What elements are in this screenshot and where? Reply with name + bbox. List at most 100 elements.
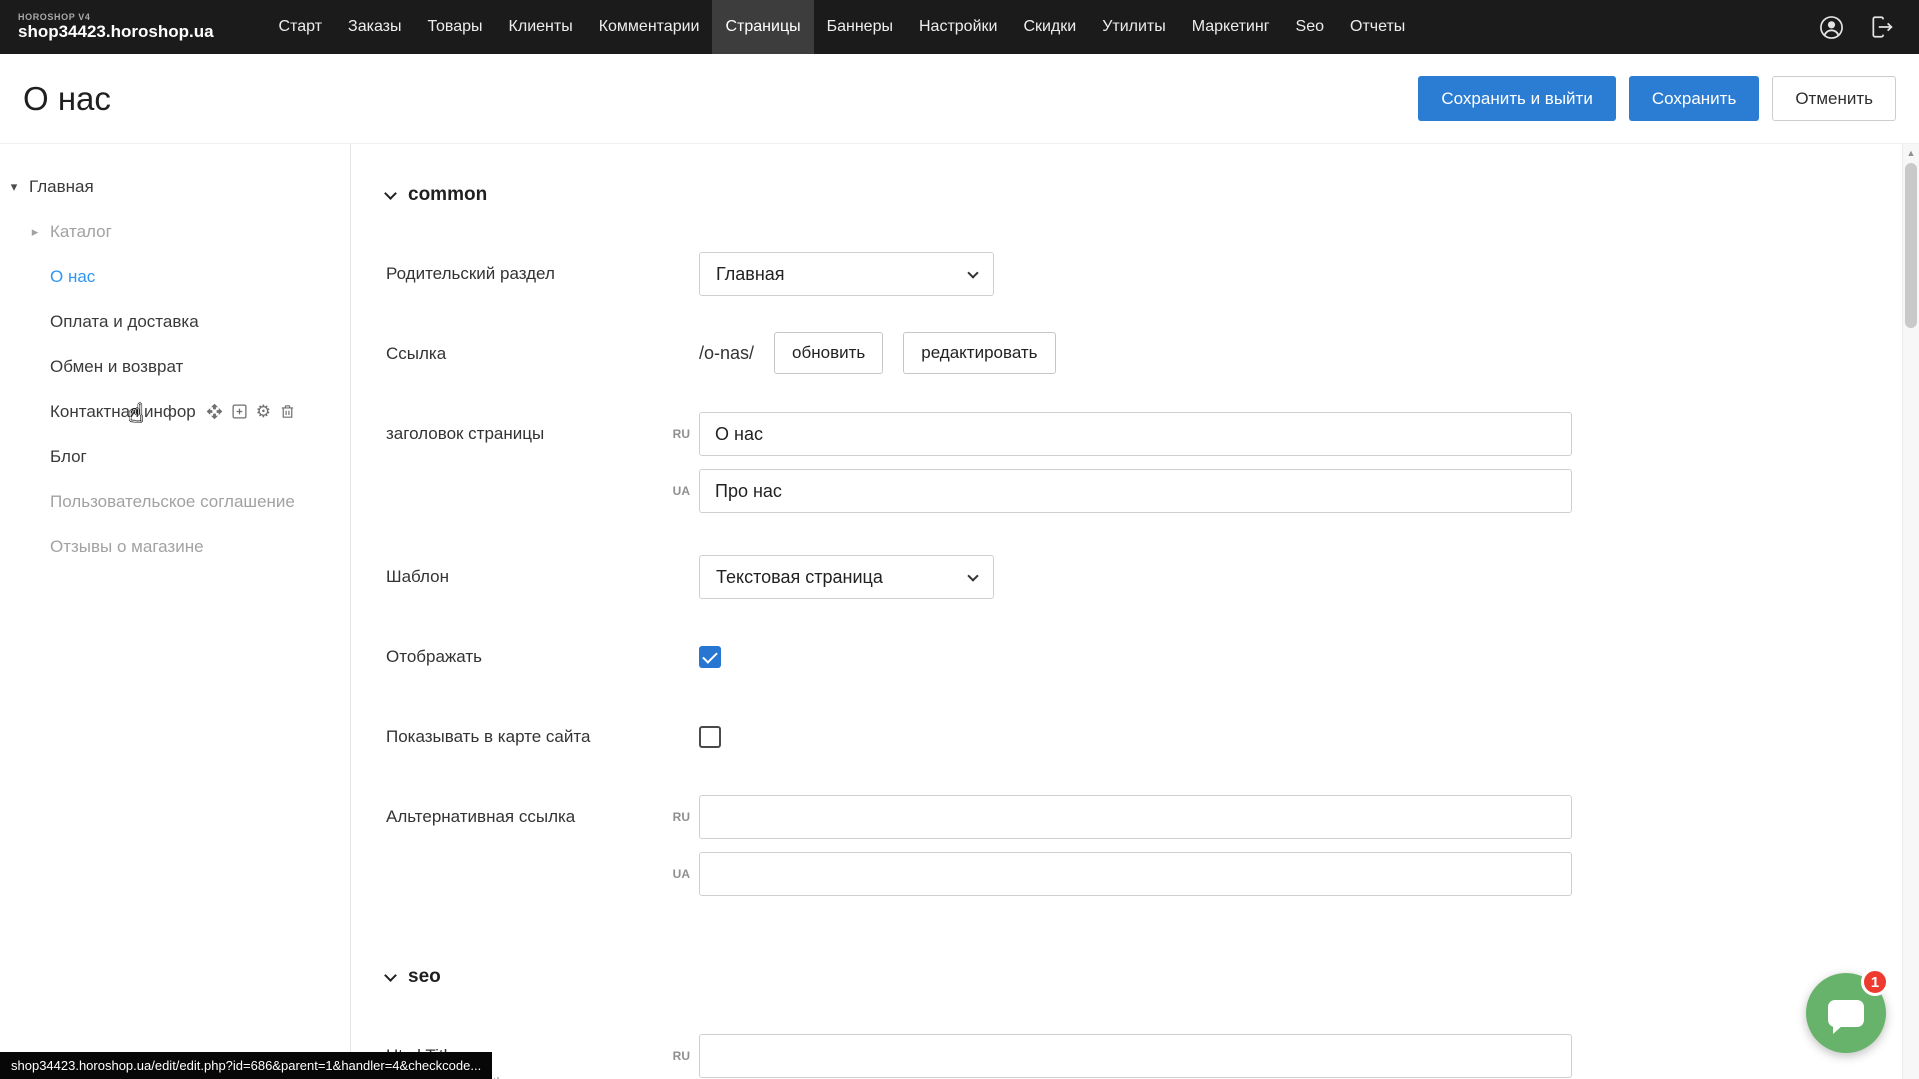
field-label: Шаблон [386, 555, 699, 599]
sitemap-checkbox[interactable] [699, 726, 721, 748]
chevron-down-icon [967, 570, 978, 581]
topbar-icons [1818, 14, 1919, 41]
menu-item-seo[interactable]: Seo [1283, 0, 1337, 54]
scrollbar-thumb[interactable] [1905, 163, 1917, 328]
menu-item-discounts[interactable]: Скидки [1010, 0, 1089, 54]
main-menu: Старт Заказы Товары Клиенты Комментарии … [266, 0, 1818, 54]
lang-badge-ua: UA [659, 867, 690, 881]
menu-item-settings[interactable]: Настройки [906, 0, 1010, 54]
chevron-right-icon[interactable]: ▸ [29, 224, 41, 240]
link-preview-statusbar: shop34423.horoshop.ua/edit/edit.php?id=6… [0, 1052, 492, 1079]
brand-version-label: HOROSHOP V4 [18, 12, 214, 22]
chevron-down-icon [384, 969, 397, 982]
sidebar-item-label: Обмен и возврат [50, 357, 183, 377]
sidebar-item-label: Блог [50, 447, 87, 467]
section-seo-header[interactable]: seo [386, 966, 1902, 988]
save-and-exit-button[interactable]: Сохранить и выйти [1418, 76, 1615, 121]
parent-section-select[interactable]: Главная [699, 252, 994, 296]
chevron-down-icon [384, 187, 397, 200]
selected-value: Текстовая страница [716, 567, 883, 588]
field-label: Ссылка [386, 332, 699, 376]
field-label: Показывать в карте сайта [386, 715, 699, 759]
edit-link-button[interactable]: редактировать [903, 332, 1055, 374]
pages-tree-sidebar: ▾ Главная ▸ Каталог О нас Оплата и доста… [0, 144, 351, 1079]
cancel-button[interactable]: Отменить [1772, 76, 1896, 121]
logout-icon[interactable] [1869, 14, 1895, 40]
brand-logo[interactable]: HOROSHOP V4 shop34423.horoshop.ua [0, 12, 214, 42]
lang-badge-ru: RU [659, 1049, 690, 1063]
menu-item-reports[interactable]: Отчеты [1337, 0, 1418, 54]
sidebar-item-kontaktnaya-informatsiya[interactable]: Контактная инфор ⚙ [0, 389, 350, 434]
chevron-down-icon[interactable]: ▾ [8, 179, 20, 195]
section-common-header[interactable]: common [386, 184, 1902, 206]
sidebar-item-label: Оплата и доставка [50, 312, 199, 332]
menu-item-products[interactable]: Товары [415, 0, 496, 54]
field-label: Отображать [386, 635, 699, 679]
alt-link-ru-input[interactable] [699, 795, 1572, 839]
brand-domain: shop34423.horoshop.ua [18, 22, 214, 42]
sidebar-item-actions: ⚙ [206, 403, 296, 420]
field-label: заголовок страницы [386, 412, 699, 456]
menu-item-marketing[interactable]: Маркетинг [1179, 0, 1283, 54]
chat-widget-button[interactable]: 1 [1806, 973, 1886, 1053]
field-label: Альтернативная ссылка [386, 795, 699, 839]
move-icon[interactable] [206, 403, 223, 420]
sitemap-row: Показывать в карте сайта [386, 715, 1902, 759]
add-page-icon[interactable] [231, 403, 248, 420]
page-header: О нас Сохранить и выйти Сохранить Отмени… [0, 54, 1919, 144]
html-title-ru-input[interactable] [699, 1034, 1572, 1078]
menu-item-comments[interactable]: Комментарии [586, 0, 713, 54]
user-account-icon[interactable] [1818, 14, 1845, 41]
sidebar-item-glavnaya[interactable]: ▾ Главная [0, 164, 350, 209]
template-row: Шаблон Текстовая страница [386, 555, 1902, 599]
delete-icon[interactable] [279, 403, 296, 420]
sidebar-item-obmen-i-vozvrat[interactable]: Обмен и возврат [0, 344, 350, 389]
page-title-ua-input[interactable] [699, 469, 1572, 513]
link-path-value: /o-nas/ [699, 332, 754, 374]
save-button[interactable]: Сохранить [1629, 76, 1759, 121]
section-title: common [408, 184, 487, 206]
screen: HOROSHOP V4 shop34423.horoshop.ua Старт … [0, 0, 1919, 1079]
vertical-scrollbar[interactable]: ▲ [1902, 144, 1919, 1079]
chat-unread-badge: 1 [1861, 968, 1889, 996]
selected-value: Главная [716, 264, 785, 285]
chevron-down-icon [967, 267, 978, 278]
display-row: Отображать [386, 635, 1902, 679]
menu-item-pages[interactable]: Страницы [712, 0, 813, 54]
field-label: Родительский раздел [386, 252, 699, 296]
header-actions: Сохранить и выйти Сохранить Отменить [1418, 76, 1896, 121]
gear-icon[interactable]: ⚙ [256, 403, 271, 420]
refresh-link-button[interactable]: обновить [774, 332, 883, 374]
sidebar-item-label: Пользовательское соглашение [50, 492, 295, 512]
sidebar-item-o-nas[interactable]: О нас [0, 254, 350, 299]
sidebar-item-label: Каталог [50, 222, 112, 242]
section-title: seo [408, 966, 441, 988]
menu-item-orders[interactable]: Заказы [335, 0, 414, 54]
sidebar-item-otzyvy-o-magazine[interactable]: Отзывы о магазине [0, 524, 350, 569]
lang-badge-ua: UA [659, 484, 690, 498]
page-edit-form: common Родительский раздел Главная Ссылк… [352, 144, 1902, 1079]
alt-link-row: Альтернативная ссылка RU UA [386, 795, 1902, 896]
menu-item-banners[interactable]: Баннеры [814, 0, 906, 54]
menu-item-utilities[interactable]: Утилиты [1089, 0, 1179, 54]
alt-link-ua-input[interactable] [699, 852, 1572, 896]
menu-item-clients[interactable]: Клиенты [496, 0, 586, 54]
template-select[interactable]: Текстовая страница [699, 555, 994, 599]
parent-section-row: Родительский раздел Главная [386, 252, 1902, 296]
sidebar-item-label: Главная [29, 177, 94, 197]
page-title: О нас [23, 80, 111, 118]
sidebar-item-katalog[interactable]: ▸ Каталог [0, 209, 350, 254]
sidebar-item-polzovatelskoe-soglashenie[interactable]: Пользовательское соглашение [0, 479, 350, 524]
sidebar-item-oplata-i-dostavka[interactable]: Оплата и доставка [0, 299, 350, 344]
scroll-up-arrow-icon[interactable]: ▲ [1903, 144, 1919, 161]
menu-item-start[interactable]: Старт [266, 0, 335, 54]
lang-badge-ru: RU [659, 427, 690, 441]
display-checkbox[interactable] [699, 646, 721, 668]
sidebar-item-label: Контактная инфор [50, 402, 196, 422]
sidebar-item-blog[interactable]: Блог [0, 434, 350, 479]
link-row: Ссылка /o-nas/ обновить редактировать [386, 332, 1902, 376]
page-title-row: заголовок страницы RU UA [386, 412, 1902, 513]
chat-bubble-icon [1828, 1000, 1864, 1027]
page-title-ru-input[interactable] [699, 412, 1572, 456]
html-title-row: Html Title Полная замена title, генериру… [386, 1034, 1902, 1079]
